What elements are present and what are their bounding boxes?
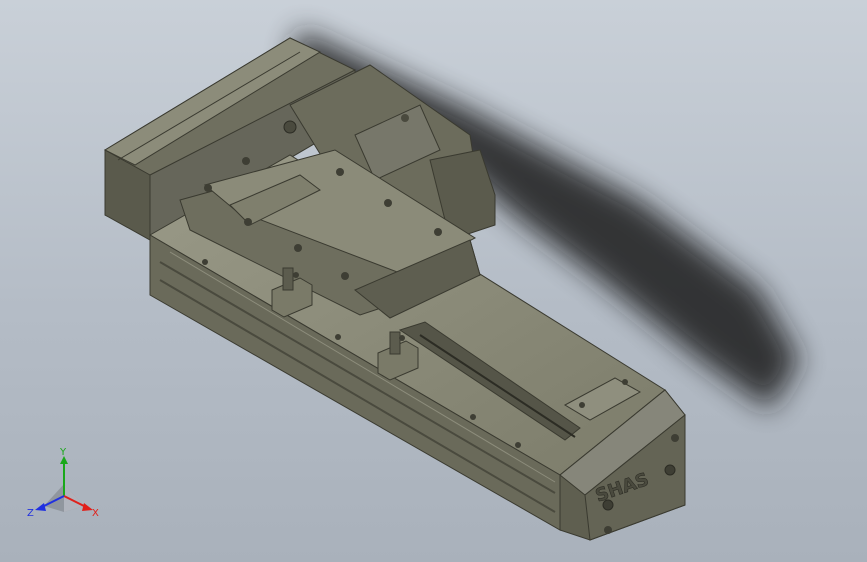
3d-viewport[interactable]: SHAS Y X Z: [0, 0, 867, 562]
z-axis-label: Z: [27, 508, 34, 519]
coordinate-triad: Y X Z: [27, 447, 99, 519]
y-axis-label: Y: [59, 447, 67, 458]
x-axis-label: X: [92, 508, 99, 519]
z-axis-arrow-icon: [35, 503, 46, 511]
linear-actuator-model[interactable]: SHAS: [0, 0, 867, 562]
